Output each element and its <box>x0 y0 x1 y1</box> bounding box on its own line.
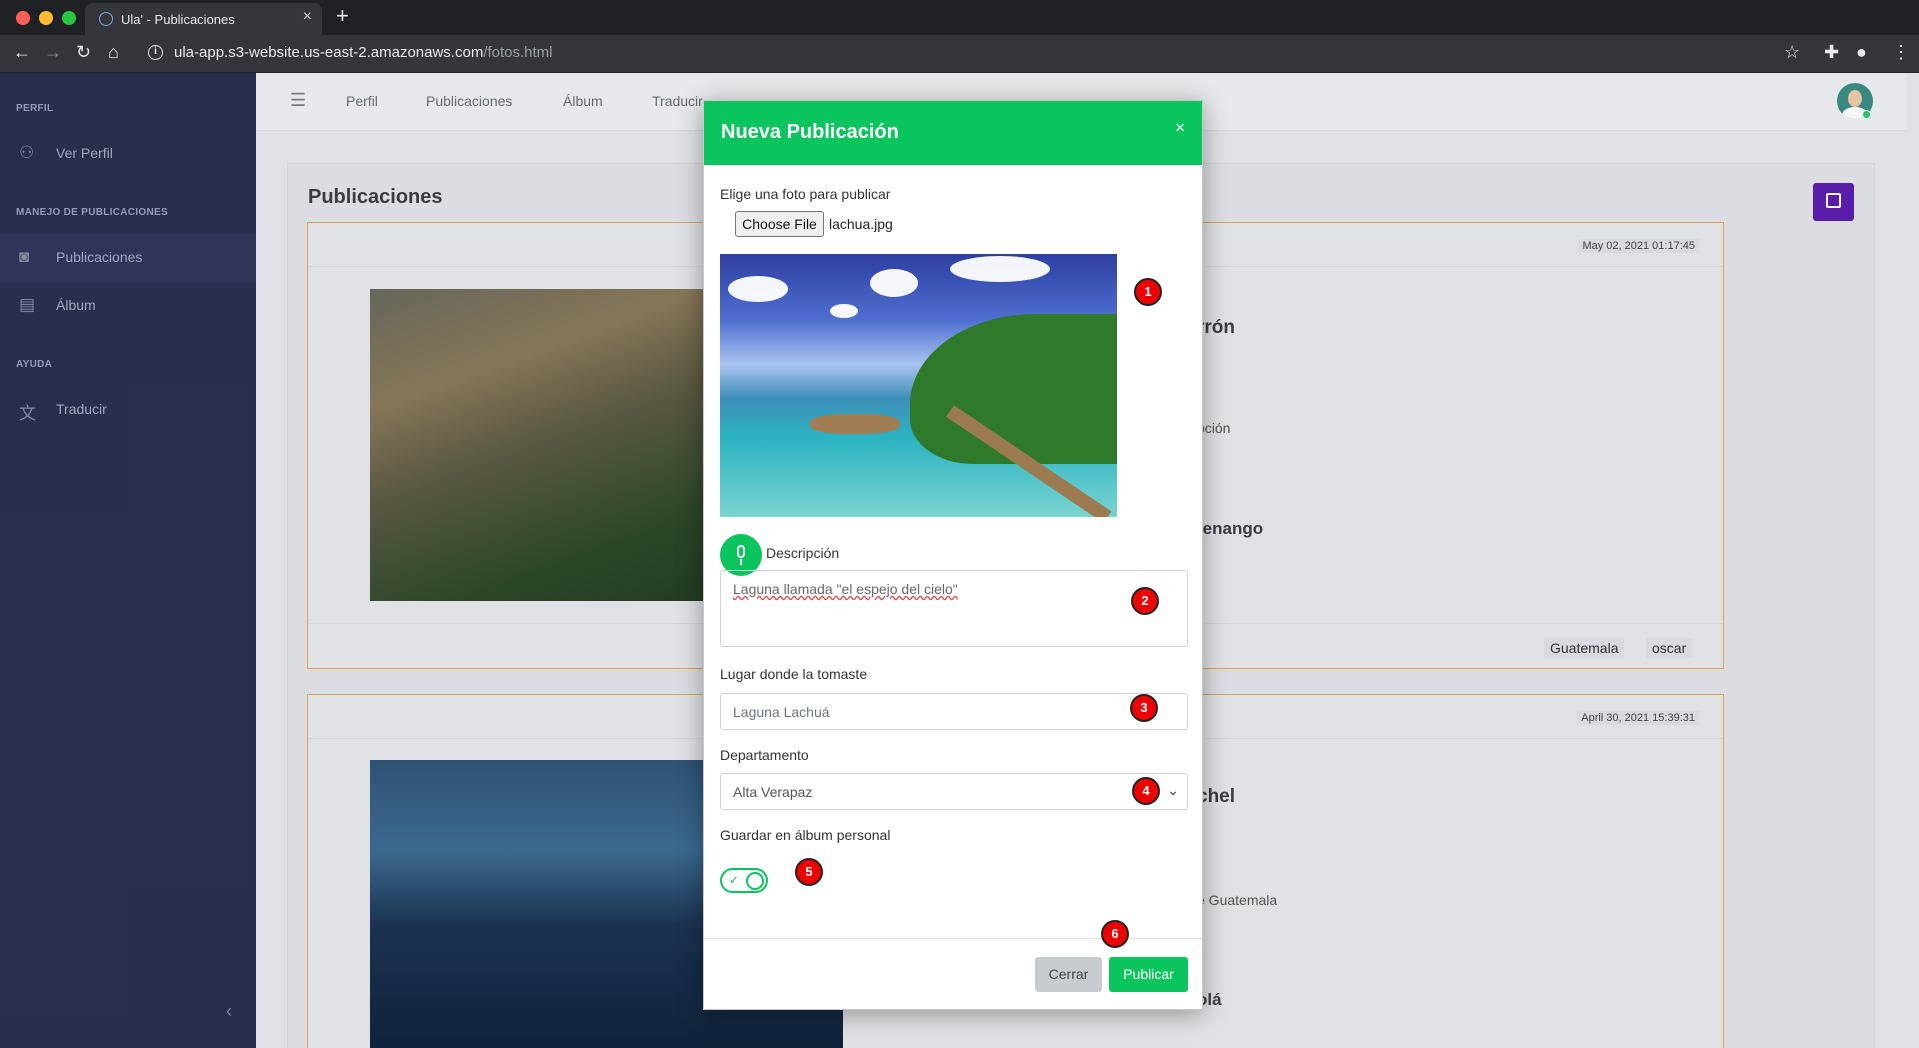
browser-tab[interactable]: Ula' - Publicaciones × <box>85 3 322 35</box>
choose-file-button[interactable]: Choose File <box>735 211 824 237</box>
description-label: Descripción <box>766 545 840 561</box>
modal-close-icon[interactable]: × <box>1175 118 1185 138</box>
file-name: lachua.jpg <box>829 216 893 232</box>
preview-cloud <box>830 304 858 318</box>
description-value: Laguna llamada "el espejo del cielo" <box>733 581 958 597</box>
chevron-down-icon: ⌄ <box>1167 782 1179 798</box>
extensions-icon[interactable]: ✚ <box>1824 42 1839 63</box>
department-value: Alta Verapaz <box>733 784 813 800</box>
new-tab-icon[interactable]: + <box>336 3 349 29</box>
annotation-marker-6: 6 <box>1101 920 1129 948</box>
album-toggle-label: Guardar en álbum personal <box>720 827 891 843</box>
annotation-marker-2: 2 <box>1131 587 1159 615</box>
close-window-dot[interactable] <box>16 11 30 25</box>
microphone-stand <box>740 559 742 565</box>
toggle-knob <box>746 872 764 890</box>
preview-trees <box>910 314 1117 464</box>
home-icon[interactable]: ⌂ <box>108 42 119 63</box>
maximize-window-dot[interactable] <box>62 11 76 25</box>
photo-label: Elige una foto para publicar <box>720 186 891 202</box>
close-button[interactable]: Cerrar <box>1035 957 1102 992</box>
preview-cloud <box>728 276 788 302</box>
forward-icon[interactable]: → <box>44 42 62 63</box>
modal-title: Nueva Publicación <box>721 121 899 143</box>
back-icon[interactable]: ← <box>13 42 31 63</box>
preview-cloud <box>950 256 1050 282</box>
url-path: /fotos.html <box>483 44 553 61</box>
url-host: ula-app.s3-website.us-east-2.amazonaws.c… <box>174 44 484 61</box>
annotation-marker-1: 1 <box>1134 278 1162 306</box>
browser-toolbar: ← → ↻ ⌂ i ula-app.s3-website.us-east-2.a… <box>0 35 1919 73</box>
browser-tab-strip: Ula' - Publicaciones × + <box>0 0 1919 35</box>
album-toggle[interactable]: ✓ <box>720 868 768 893</box>
modal-header: Nueva Publicación × <box>704 101 1202 165</box>
annotation-marker-5: 5 <box>795 858 823 886</box>
menu-dots-icon[interactable]: ⋮ <box>1892 42 1910 63</box>
place-value: Laguna Lachuá <box>733 704 830 720</box>
place-input[interactable]: Laguna Lachuá <box>720 693 1188 730</box>
annotation-marker-3: 3 <box>1130 694 1158 722</box>
description-textarea[interactable]: Laguna llamada "el espejo del cielo" <box>720 570 1188 647</box>
address-bar[interactable]: ula-app.s3-website.us-east-2.amazonaws.c… <box>174 44 553 61</box>
department-select[interactable]: Alta Verapaz ⌄ <box>720 773 1188 810</box>
microphone-icon <box>737 545 745 558</box>
new-post-modal: Nueva Publicación × Elige una foto para … <box>703 100 1203 1010</box>
reload-icon[interactable]: ↻ <box>76 42 91 63</box>
tab-close-icon[interactable]: × <box>303 8 312 26</box>
bookmark-star-icon[interactable]: ☆ <box>1784 42 1800 63</box>
globe-icon <box>99 12 113 26</box>
publish-button[interactable]: Publicar <box>1109 957 1188 992</box>
tab-title: Ula' - Publicaciones <box>121 12 235 27</box>
check-icon: ✓ <box>729 873 740 887</box>
photo-preview <box>720 254 1117 517</box>
minimize-window-dot[interactable] <box>39 11 53 25</box>
account-icon[interactable]: ● <box>1856 42 1867 63</box>
preview-rocks <box>810 414 900 434</box>
info-icon[interactable]: i <box>148 45 163 60</box>
department-label: Departamento <box>720 747 809 763</box>
annotation-marker-4: 4 <box>1132 777 1160 805</box>
preview-cloud <box>870 269 918 297</box>
place-label: Lugar donde la tomaste <box>720 666 868 682</box>
